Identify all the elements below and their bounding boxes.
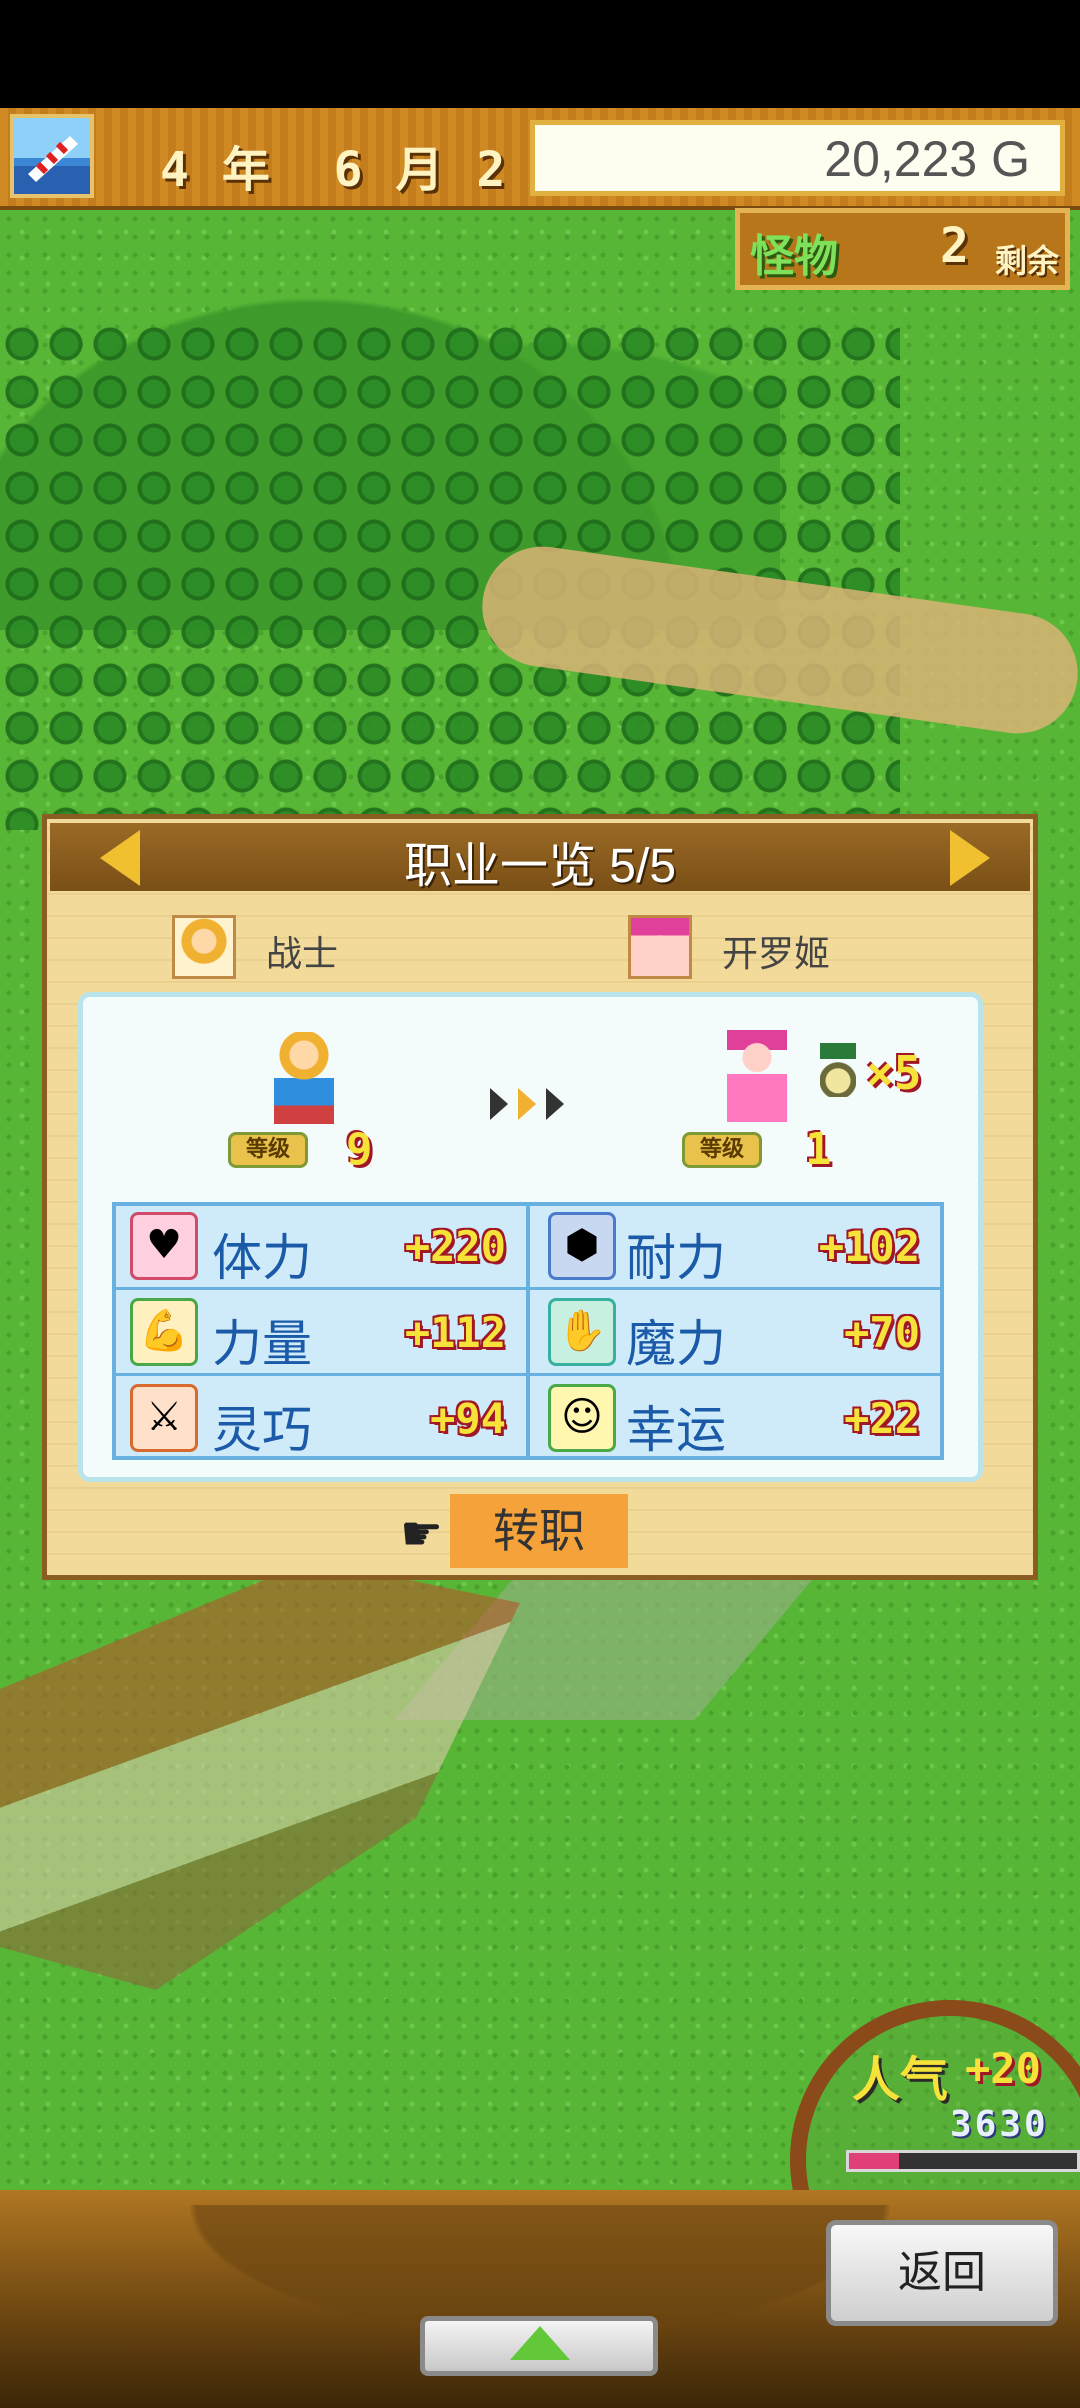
swords-icon: ⚔ (130, 1384, 198, 1452)
pointing-hand-icon: ☛ (400, 1506, 444, 1562)
year-number: 4 (160, 142, 191, 198)
up-arrow-icon (510, 2326, 570, 2360)
level-badge: 等级 (682, 1132, 762, 1168)
stat-value: +112 (404, 1308, 506, 1357)
monster-unit: 剩余 (995, 242, 1060, 280)
stat-value: +102 (818, 1222, 920, 1271)
stat-name: 魔力 (626, 1316, 726, 1372)
forest (0, 320, 900, 830)
flag-icon-graphic (14, 118, 90, 194)
money-amount: 20,223 G (824, 131, 1030, 187)
stat-name: 幸运 (626, 1402, 726, 1458)
monster-count: 2 (940, 218, 969, 274)
stat-value: +22 (844, 1394, 920, 1443)
stat-name: 灵巧 (212, 1402, 312, 1458)
change-job-button[interactable]: 转职 (450, 1494, 628, 1568)
prev-arrow-icon[interactable] (100, 830, 140, 886)
monster-label: 怪物 (750, 231, 838, 282)
to-level: 1 (805, 1124, 832, 1175)
arrow-triangle-icon (490, 1088, 508, 1120)
warrior-sprite-icon (274, 1032, 334, 1124)
stat-name: 耐力 (626, 1230, 726, 1286)
flag-icon[interactable] (10, 114, 94, 198)
status-bar (0, 0, 1080, 108)
week-number: 2 (476, 142, 508, 198)
princess-sprite-icon (727, 1030, 787, 1122)
popularity-delta: +20 (965, 2044, 1041, 2093)
to-class-name: 开罗姬 (722, 933, 831, 974)
hand-magic-icon: ✋ (548, 1298, 616, 1366)
arrow-triangle-icon (518, 1088, 536, 1120)
year-unit: 年 (221, 142, 272, 198)
medal-count: ×5 (866, 1046, 922, 1100)
from-class-name: 战士 (266, 933, 339, 974)
shield-icon: ⬢ (548, 1212, 616, 1280)
level-badge: 等级 (228, 1132, 308, 1168)
stat-value: +70 (844, 1308, 920, 1357)
arrow-triangle-icon (546, 1088, 564, 1120)
next-arrow-icon[interactable] (950, 830, 990, 886)
stat-name: 力量 (212, 1316, 312, 1372)
arm-icon: 💪 (130, 1298, 198, 1366)
stat-divider (526, 1202, 530, 1460)
princess-portrait-icon (628, 915, 692, 979)
month-number: 6 (333, 142, 365, 198)
stat-name: 体力 (212, 1230, 312, 1286)
popularity-value: 3630 (950, 2104, 1049, 2145)
month-unit: 月 (395, 142, 446, 198)
stat-value: +94 (430, 1394, 506, 1443)
popularity-bar-fill (849, 2153, 899, 2169)
back-button[interactable]: 返回 (826, 2220, 1058, 2326)
medal-icon (820, 1043, 856, 1097)
stat-value: +220 (404, 1222, 506, 1271)
warrior-portrait-icon (172, 915, 236, 979)
smiley-icon: ☺ (548, 1384, 616, 1452)
game-date: 4 年 6 月 2 周 (160, 130, 588, 200)
from-level: 9 (346, 1124, 373, 1175)
popularity-label: 人气 (852, 2052, 949, 2108)
dialog-title: 职业一览 5/5 (403, 840, 677, 893)
heart-icon: ♥ (130, 1212, 198, 1280)
